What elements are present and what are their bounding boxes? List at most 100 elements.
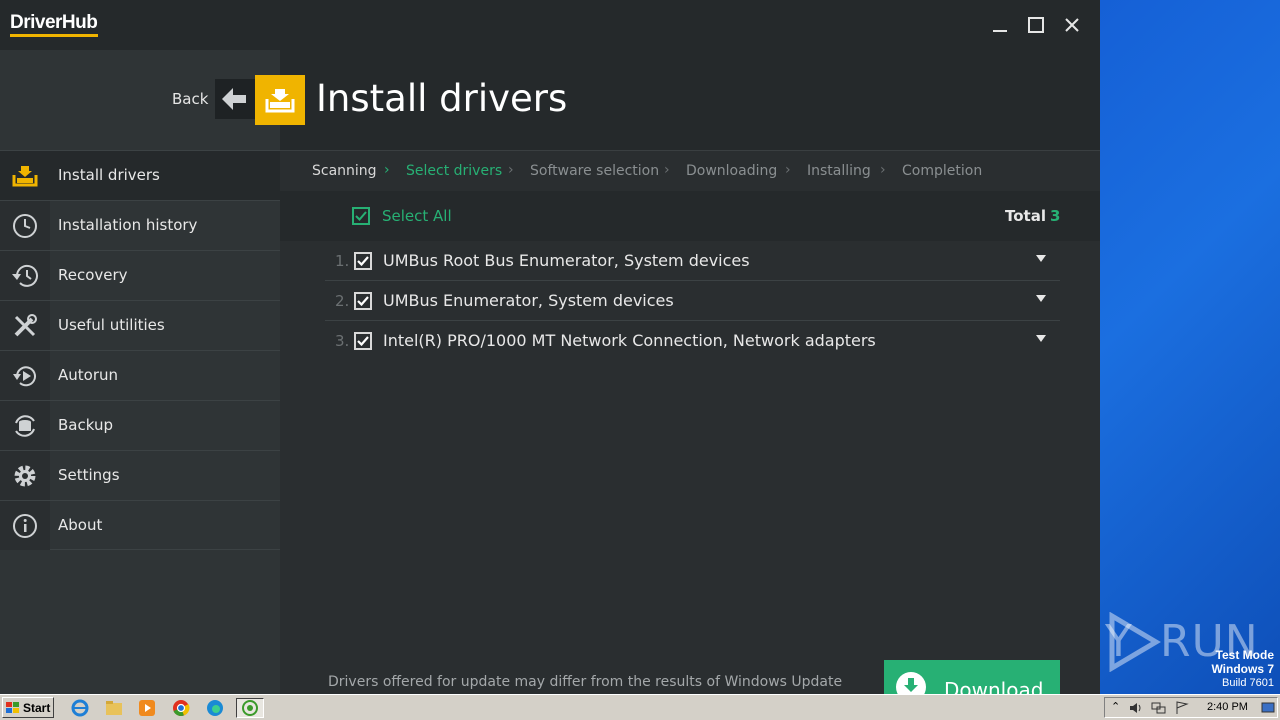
chevron-right-icon: › — [785, 162, 791, 178]
checkmark-icon — [357, 296, 369, 306]
checkmark-icon — [357, 336, 369, 346]
driver-checkbox[interactable] — [354, 292, 372, 310]
close-icon — [1065, 18, 1079, 32]
step-software-selection: Software selection — [530, 163, 660, 179]
driver-checkbox[interactable] — [354, 332, 372, 350]
sidebar-item-recovery[interactable]: Recovery — [0, 250, 280, 300]
chevron-right-icon: › — [508, 162, 514, 178]
step-installing: Installing — [807, 163, 871, 179]
title-bar: DriverHub — [0, 0, 1100, 50]
sidebar-item-label: Backup — [58, 416, 113, 434]
build-label: Build 7601 — [1222, 677, 1274, 689]
media-player-icon[interactable] — [136, 698, 158, 718]
sidebar-item-label: Recovery — [58, 266, 128, 284]
row-number: 3. — [335, 332, 350, 350]
expand-arrow-icon[interactable] — [1036, 295, 1046, 302]
sidebar: Install drivers Installation history Rec… — [0, 150, 280, 694]
sidebar-item-label: Settings — [58, 466, 120, 484]
recovery-icon — [12, 264, 38, 287]
backup-icon — [15, 414, 35, 437]
select-all-checkbox[interactable] — [352, 207, 370, 225]
clock-icon — [13, 213, 37, 238]
driver-row[interactable]: 2. UMBus Enumerator, System devices — [325, 281, 1060, 321]
driver-row[interactable]: 3. Intel(R) PRO/1000 MT Network Connecti… — [325, 321, 1060, 361]
install-drivers-icon — [12, 165, 38, 186]
minimize-icon — [993, 30, 1007, 32]
download-button[interactable]: Download — [884, 660, 1060, 694]
tools-icon — [14, 313, 37, 336]
step-scanning: Scanning — [312, 163, 377, 179]
driver-name: UMBus Enumerator, System devices — [383, 291, 674, 310]
sidebar-item-settings[interactable]: Settings — [0, 450, 280, 500]
sidebar-item-backup[interactable]: Backup — [0, 400, 280, 450]
checkmark-icon — [357, 256, 369, 266]
system-tray: ⌃ — [1104, 697, 1278, 718]
chrome-icon[interactable] — [170, 698, 192, 718]
chevron-right-icon: › — [384, 162, 390, 178]
back-button[interactable] — [215, 79, 255, 119]
desktop-background — [1100, 0, 1280, 694]
close-button[interactable] — [1059, 12, 1085, 38]
clock: 2:40 PM — [1207, 701, 1248, 713]
network-icon[interactable] — [1151, 701, 1167, 715]
start-label: Start — [23, 700, 51, 715]
sidebar-item-install-drivers[interactable]: Install drivers — [0, 150, 280, 200]
chevron-right-icon: › — [664, 162, 670, 178]
driver-row[interactable]: 1. UMBus Root Bus Enumerator, System dev… — [325, 241, 1060, 281]
volume-icon[interactable] — [1129, 701, 1143, 715]
row-number: 2. — [335, 292, 350, 310]
ie-icon[interactable] — [69, 698, 91, 718]
sidebar-item-label: Autorun — [58, 366, 119, 384]
minimize-button[interactable] — [987, 12, 1013, 38]
page-header: Back Install drivers — [0, 50, 1100, 150]
checkmark-icon — [355, 211, 367, 221]
test-mode-label: Test Mode — [1215, 648, 1274, 662]
app-logo: DriverHub — [10, 12, 98, 33]
back-link[interactable]: Back — [172, 90, 208, 108]
sidebar-item-useful-utilities[interactable]: Useful utilities — [0, 300, 280, 350]
step-select-drivers: Select drivers — [406, 163, 503, 179]
driverhub-window: DriverHub Back Install drivers Install d… — [0, 0, 1100, 694]
expand-arrow-icon[interactable] — [1036, 255, 1046, 262]
flag-icon[interactable] — [1175, 701, 1189, 715]
gear-icon — [14, 465, 36, 486]
page-title: Install drivers — [316, 77, 568, 120]
chevron-right-icon: › — [880, 162, 886, 178]
driver-name: UMBus Root Bus Enumerator, System device… — [383, 251, 750, 270]
expand-arrow-icon[interactable] — [1036, 335, 1046, 342]
download-icon — [896, 672, 926, 694]
maximize-icon — [1028, 17, 1044, 33]
start-button[interactable]: Start — [2, 697, 54, 718]
logo-underline — [10, 34, 98, 37]
taskbar: Start ⌃ 2:40 PM — [0, 694, 1280, 720]
driverhub-taskbar-icon[interactable] — [236, 698, 264, 718]
total-count: 3 — [1050, 207, 1061, 225]
edge-icon[interactable] — [204, 698, 226, 718]
os-label: Windows 7 — [1211, 662, 1274, 676]
install-drivers-header-icon — [255, 75, 305, 125]
progress-steps: Scanning › Select drivers › Software sel… — [280, 150, 1100, 191]
sidebar-item-label: Installation history — [58, 216, 198, 234]
sidebar-item-label: About — [58, 516, 103, 534]
show-desktop-icon[interactable] — [1261, 701, 1275, 715]
arrow-left-icon — [222, 88, 246, 110]
update-disclaimer: Drivers offered for update may differ fr… — [328, 674, 843, 690]
download-label: Download — [944, 678, 1044, 694]
autorun-icon — [13, 365, 36, 386]
row-number: 1. — [335, 252, 350, 270]
sidebar-item-installation-history[interactable]: Installation history — [0, 200, 280, 250]
maximize-button[interactable] — [1023, 12, 1049, 38]
sidebar-item-about[interactable]: About — [0, 500, 280, 550]
explorer-folder-icon[interactable] — [103, 698, 125, 718]
sidebar-item-label: Useful utilities — [58, 316, 165, 334]
step-completion: Completion — [902, 163, 983, 179]
total-label: Total — [1005, 207, 1046, 225]
driver-checkbox[interactable] — [354, 252, 372, 270]
install-drivers-icon — [265, 89, 295, 113]
test-mode-notice: Test Mode Windows 7 Build 7601 — [1211, 648, 1274, 690]
show-hidden-icons-icon[interactable]: ⌃ — [1111, 700, 1120, 713]
info-icon — [13, 513, 37, 538]
select-all-label[interactable]: Select All — [382, 207, 452, 225]
sidebar-item-autorun[interactable]: Autorun — [0, 350, 280, 400]
windows-logo-icon — [6, 701, 19, 713]
